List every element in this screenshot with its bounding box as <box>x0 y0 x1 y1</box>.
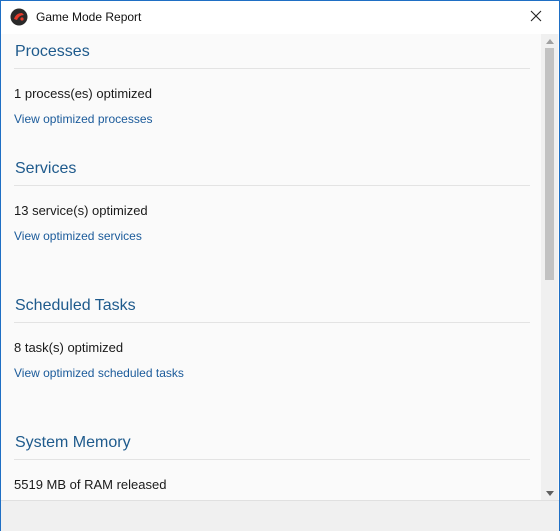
section-summary: 13 service(s) optimized <box>14 203 148 218</box>
window-title: Game Mode Report <box>36 10 142 24</box>
vertical-scrollbar[interactable] <box>541 34 558 500</box>
section-scheduled-tasks: Scheduled Tasks 8 task(s) optimized View… <box>14 290 530 380</box>
game-mode-logo-icon <box>10 8 28 26</box>
close-button[interactable] <box>513 1 559 34</box>
game-mode-report-window: Game Mode Report Processes 1 process(es)… <box>0 0 560 531</box>
view-optimized-services-link[interactable]: View optimized services <box>14 229 530 243</box>
section-title: System Memory <box>14 427 530 460</box>
section-summary: 1 process(es) optimized <box>14 86 152 101</box>
section-title: Scheduled Tasks <box>14 290 530 323</box>
view-optimized-scheduled-tasks-link[interactable]: View optimized scheduled tasks <box>14 366 530 380</box>
report-content[interactable]: Processes 1 process(es) optimized View o… <box>1 34 541 500</box>
close-icon <box>530 9 542 27</box>
title-bar[interactable]: Game Mode Report <box>1 1 559 34</box>
window-footer <box>1 500 559 531</box>
scroll-down-arrow[interactable] <box>541 486 558 500</box>
section-system-memory: System Memory 5519 MB of RAM released <box>14 427 530 492</box>
section-summary: 8 task(s) optimized <box>14 340 124 355</box>
section-title: Processes <box>14 36 530 69</box>
view-optimized-processes-link[interactable]: View optimized processes <box>14 112 530 126</box>
section-processes: Processes 1 process(es) optimized View o… <box>14 36 530 126</box>
section-summary: 5519 MB of RAM released <box>14 477 167 492</box>
section-services: Services 13 service(s) optimized View op… <box>14 153 530 243</box>
scroll-up-arrow[interactable] <box>541 34 558 48</box>
scroll-thumb[interactable] <box>545 48 554 280</box>
section-title: Services <box>14 153 530 186</box>
